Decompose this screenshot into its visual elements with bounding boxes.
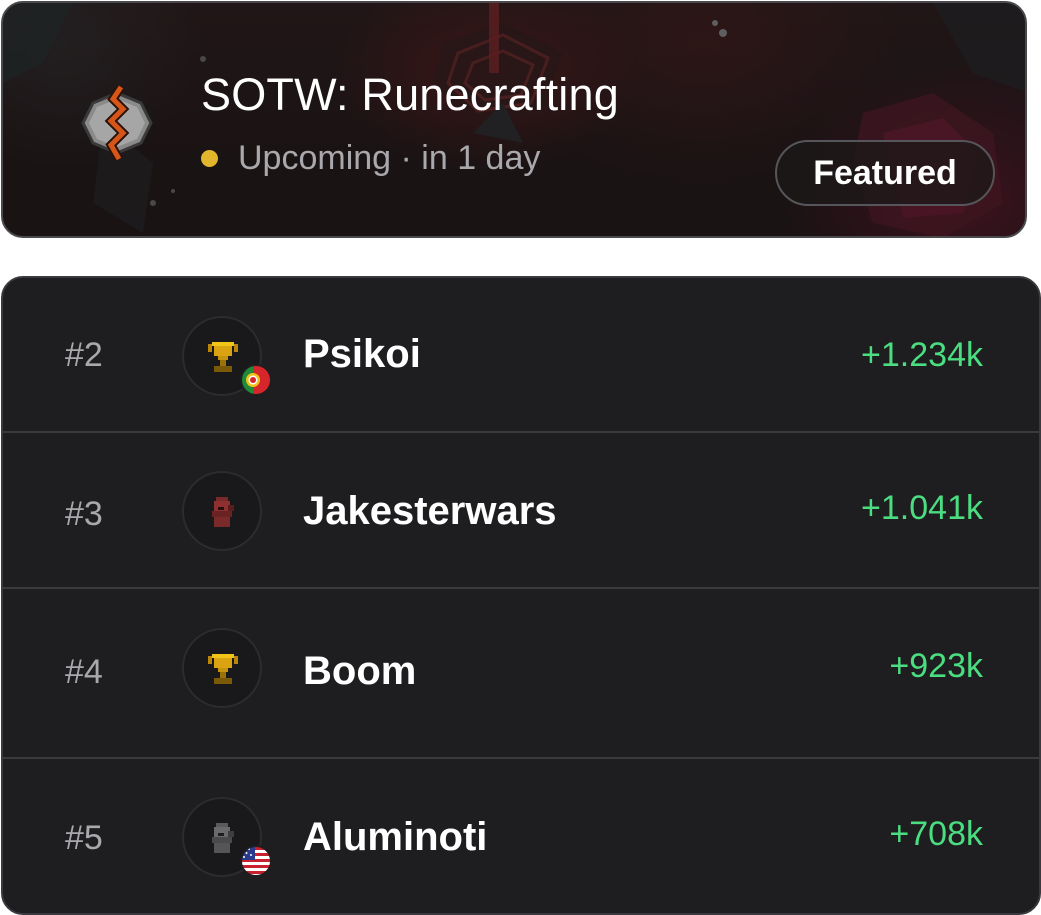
helmet-gray-icon — [212, 823, 234, 853]
player-gain: +1.041k — [861, 489, 983, 527]
status-dot-icon — [201, 150, 218, 167]
table-row[interactable]: #3 Jakesterwars +1.041k — [3, 433, 1039, 589]
rank-label: #2 — [65, 336, 103, 374]
competition-title: SOTW: Runecrafting — [201, 69, 619, 120]
usa-flag-icon — [240, 845, 272, 877]
table-row[interactable]: #5 Aluminoti +708k — [3, 759, 1039, 913]
helmet-red-icon — [212, 497, 234, 527]
competition-card[interactable]: SOTW: Runecrafting Upcoming · in 1 day F… — [1, 1, 1027, 238]
rank-label: #3 — [65, 495, 103, 533]
table-row[interactable]: #2 Psikoi +1.234k — [3, 278, 1039, 433]
avatar — [182, 628, 262, 708]
rank-label: #5 — [65, 819, 103, 857]
player-gain: +708k — [889, 815, 983, 853]
player-gain: +1.234k — [861, 336, 983, 374]
featured-badge: Featured — [775, 140, 995, 206]
player-gain: +923k — [889, 647, 983, 685]
player-name: Boom — [303, 649, 417, 693]
avatar — [182, 797, 272, 877]
portugal-flag-icon — [240, 364, 272, 396]
competition-status: Upcoming · in 1 day — [201, 139, 540, 178]
player-name: Psikoi — [303, 332, 421, 376]
player-name: Aluminoti — [303, 815, 488, 859]
status-text: Upcoming · in 1 day — [238, 139, 541, 177]
table-row[interactable]: #4 Boom +923k — [3, 589, 1039, 759]
avatar — [182, 316, 272, 396]
trophy-gold-icon — [208, 342, 238, 372]
avatar — [182, 471, 262, 551]
leaderboard: #2 Psikoi +1.234k #3 Jakesterwars +1.041… — [1, 276, 1041, 915]
rank-label: #4 — [65, 653, 103, 691]
runecrafting-skill-icon — [81, 85, 153, 161]
trophy-gold-icon — [208, 654, 238, 684]
player-name: Jakesterwars — [303, 489, 557, 533]
